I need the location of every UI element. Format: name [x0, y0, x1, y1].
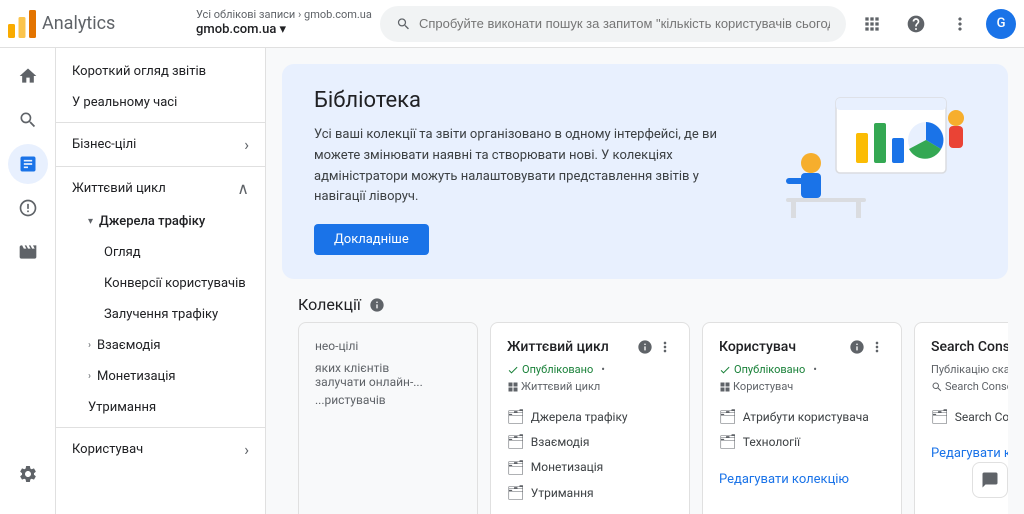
lifecycle-card-status: Опубліковано • Життєвий цикл: [507, 363, 673, 393]
app-header: Analytics Усі облікові записи › gmob.com…: [0, 0, 1024, 48]
user-card-title: Користувач: [719, 339, 849, 355]
nav-item-overview-sub[interactable]: Огляд: [56, 237, 265, 268]
grid-icon-user: [719, 381, 731, 393]
lifecycle-card-title: Життєвий цикл: [507, 339, 637, 355]
user-info-icon[interactable]: [849, 339, 865, 355]
chat-icon: [981, 471, 999, 489]
lifecycle-more-icon[interactable]: [657, 339, 673, 355]
sidebar-icon-reports[interactable]: [8, 144, 48, 184]
lifecycle-published-badge: Опубліковано: [507, 363, 593, 376]
folder-icon-6: 🗂: [719, 430, 737, 455]
sidebar-icon-advertising[interactable]: [8, 232, 48, 272]
folder-icon-7: 🗂: [931, 405, 949, 430]
user-more-icon[interactable]: [869, 339, 885, 355]
avatar[interactable]: G: [986, 9, 1016, 39]
sidebar-icon-settings[interactable]: [8, 454, 48, 494]
search-bar[interactable]: [380, 6, 846, 42]
sc-card-items: 🗂Search Console: [931, 405, 1008, 430]
illustration-svg: [756, 88, 976, 228]
nav-item-lifecycle[interactable]: Життєвий цикл ∧: [56, 171, 265, 206]
check-icon: [507, 364, 519, 376]
user-published-badge: Опубліковано: [719, 363, 805, 376]
nav-item-retention[interactable]: Утримання: [56, 392, 265, 423]
hero-title: Бібліотека: [314, 88, 740, 113]
sidebar-icon-home[interactable]: [8, 56, 48, 96]
icon-sidebar: [0, 48, 56, 514]
learn-more-button[interactable]: Докладніше: [314, 224, 429, 255]
chevron-right-icon: ›: [244, 135, 249, 154]
hero-banner: Бібліотека Усі ваші колекції та звіти ор…: [282, 64, 1008, 279]
apps-icon: [862, 14, 882, 34]
account-subtitle: Усі облікові записи › gmob.com.ua: [196, 8, 372, 22]
folder-icon-3: 🗂: [507, 456, 525, 481]
nav-item-engagement[interactable]: › Взаємодія: [56, 330, 265, 361]
lifecycle-card-header: Життєвий цикл: [507, 339, 673, 355]
sidebar-icon-search[interactable]: [8, 100, 48, 140]
chevron-right-icon-2: ›: [244, 440, 249, 459]
lifecycle-info-icon[interactable]: [637, 339, 653, 355]
nav-item-overview[interactable]: Короткий огляд звітів: [56, 56, 265, 87]
main-content: Бібліотека Усі ваші колекції та звіти ор…: [266, 48, 1024, 514]
help-button[interactable]: [898, 6, 934, 42]
app-title: Analytics: [42, 13, 115, 34]
feedback-button[interactable]: [972, 462, 1008, 498]
folder-icon-5: 🗂: [719, 405, 737, 430]
collection-card-lifecycle: Життєвий цикл Опубліковано •: [490, 322, 690, 514]
search-icon: [396, 16, 411, 32]
collection-card-user: Користувач Опубліковано •: [702, 322, 902, 514]
nav-item-monetization[interactable]: › Монетизація: [56, 361, 265, 392]
user-card-items: 🗂Атрибути користувача 🗂Технології: [719, 405, 885, 455]
expand-arrow-icon-2: ›: [88, 340, 91, 351]
sc-cancelled-badge: Публікацію скасовано: [931, 363, 1008, 376]
placeholder-card-text: нео-цілі яких клієнтівзалучати онлайн-..…: [315, 339, 461, 407]
folder-icon-1: 🗂: [507, 405, 525, 430]
lifecycle-card-actions: [637, 339, 673, 355]
property-name[interactable]: gmob.com.ua ▾: [196, 22, 372, 39]
nav-item-conversions[interactable]: Конверсії користувачів: [56, 268, 265, 299]
expand-arrow-icon-3: ›: [88, 371, 91, 382]
nav-item-user[interactable]: Користувач ›: [56, 432, 265, 467]
collections-title: Колекції: [298, 295, 361, 314]
collections-grid: нео-цілі яких клієнтівзалучати онлайн-..…: [282, 322, 1008, 514]
search-console-card-title: Search Console: [931, 339, 1008, 355]
search-input[interactable]: [419, 16, 830, 31]
collection-card-placeholder: нео-цілі яких клієнтівзалучати онлайн-..…: [298, 322, 478, 514]
hero-description: Усі ваші колекції та звіти організовано …: [314, 125, 740, 208]
user-edit-link[interactable]: Редагувати колекцію: [719, 472, 885, 487]
chevron-down-icon: ∧: [237, 179, 249, 198]
nav-item-traffic-sources[interactable]: ▾ Джерела трафіку: [56, 206, 265, 237]
grid-icon-lifecycle: [507, 381, 519, 393]
main-layout: Короткий огляд звітів У реальному часі Б…: [0, 48, 1024, 514]
nav-item-business-goals[interactable]: Бізнес-цілі ›: [56, 127, 265, 162]
nav-sidebar: Короткий огляд звітів У реальному часі Б…: [56, 48, 266, 514]
logo-block: Analytics: [8, 10, 188, 38]
expand-arrow-icon: ▾: [88, 216, 93, 227]
apps-button[interactable]: [854, 6, 890, 42]
more-button[interactable]: [942, 6, 978, 42]
sc-edit-link[interactable]: Редагувати колекцію: [931, 446, 1008, 461]
nav-item-realtime[interactable]: У реальному часі: [56, 87, 265, 118]
help-icon: [906, 14, 926, 34]
search-console-card-header: Search Console: [931, 339, 1008, 355]
folder-icon-4: 🗂: [507, 481, 525, 506]
user-card-actions: [849, 339, 885, 355]
info-icon: [369, 297, 385, 313]
sidebar-icon-explore[interactable]: [8, 188, 48, 228]
user-card-status: Опубліковано • Користувач: [719, 363, 885, 393]
more-icon: [950, 14, 970, 34]
analytics-logo-icon: [8, 10, 36, 38]
collections-header: Колекції: [282, 295, 1008, 322]
search-console-card-status: Публікацію скасовано • Search Console: [931, 363, 1008, 393]
hero-illustration: [756, 88, 976, 228]
user-card-header: Користувач: [719, 339, 885, 355]
search-icon-sc: [931, 381, 943, 393]
collections-wrapper: Колекції нео-цілі яких клієнтівзалучати …: [266, 295, 1024, 514]
lifecycle-card-items: 🗂Джерела трафіку 🗂Взаємодія 🗂Монетизація…: [507, 405, 673, 506]
nav-item-acquisition[interactable]: Залучення трафіку: [56, 299, 265, 330]
property-block[interactable]: Усі облікові записи › gmob.com.ua gmob.c…: [196, 8, 372, 39]
hero-text-block: Бібліотека Усі ваші колекції та звіти ор…: [314, 88, 740, 255]
folder-icon-2: 🗂: [507, 430, 525, 455]
header-actions: G: [854, 6, 1016, 42]
check-icon-2: [719, 364, 731, 376]
